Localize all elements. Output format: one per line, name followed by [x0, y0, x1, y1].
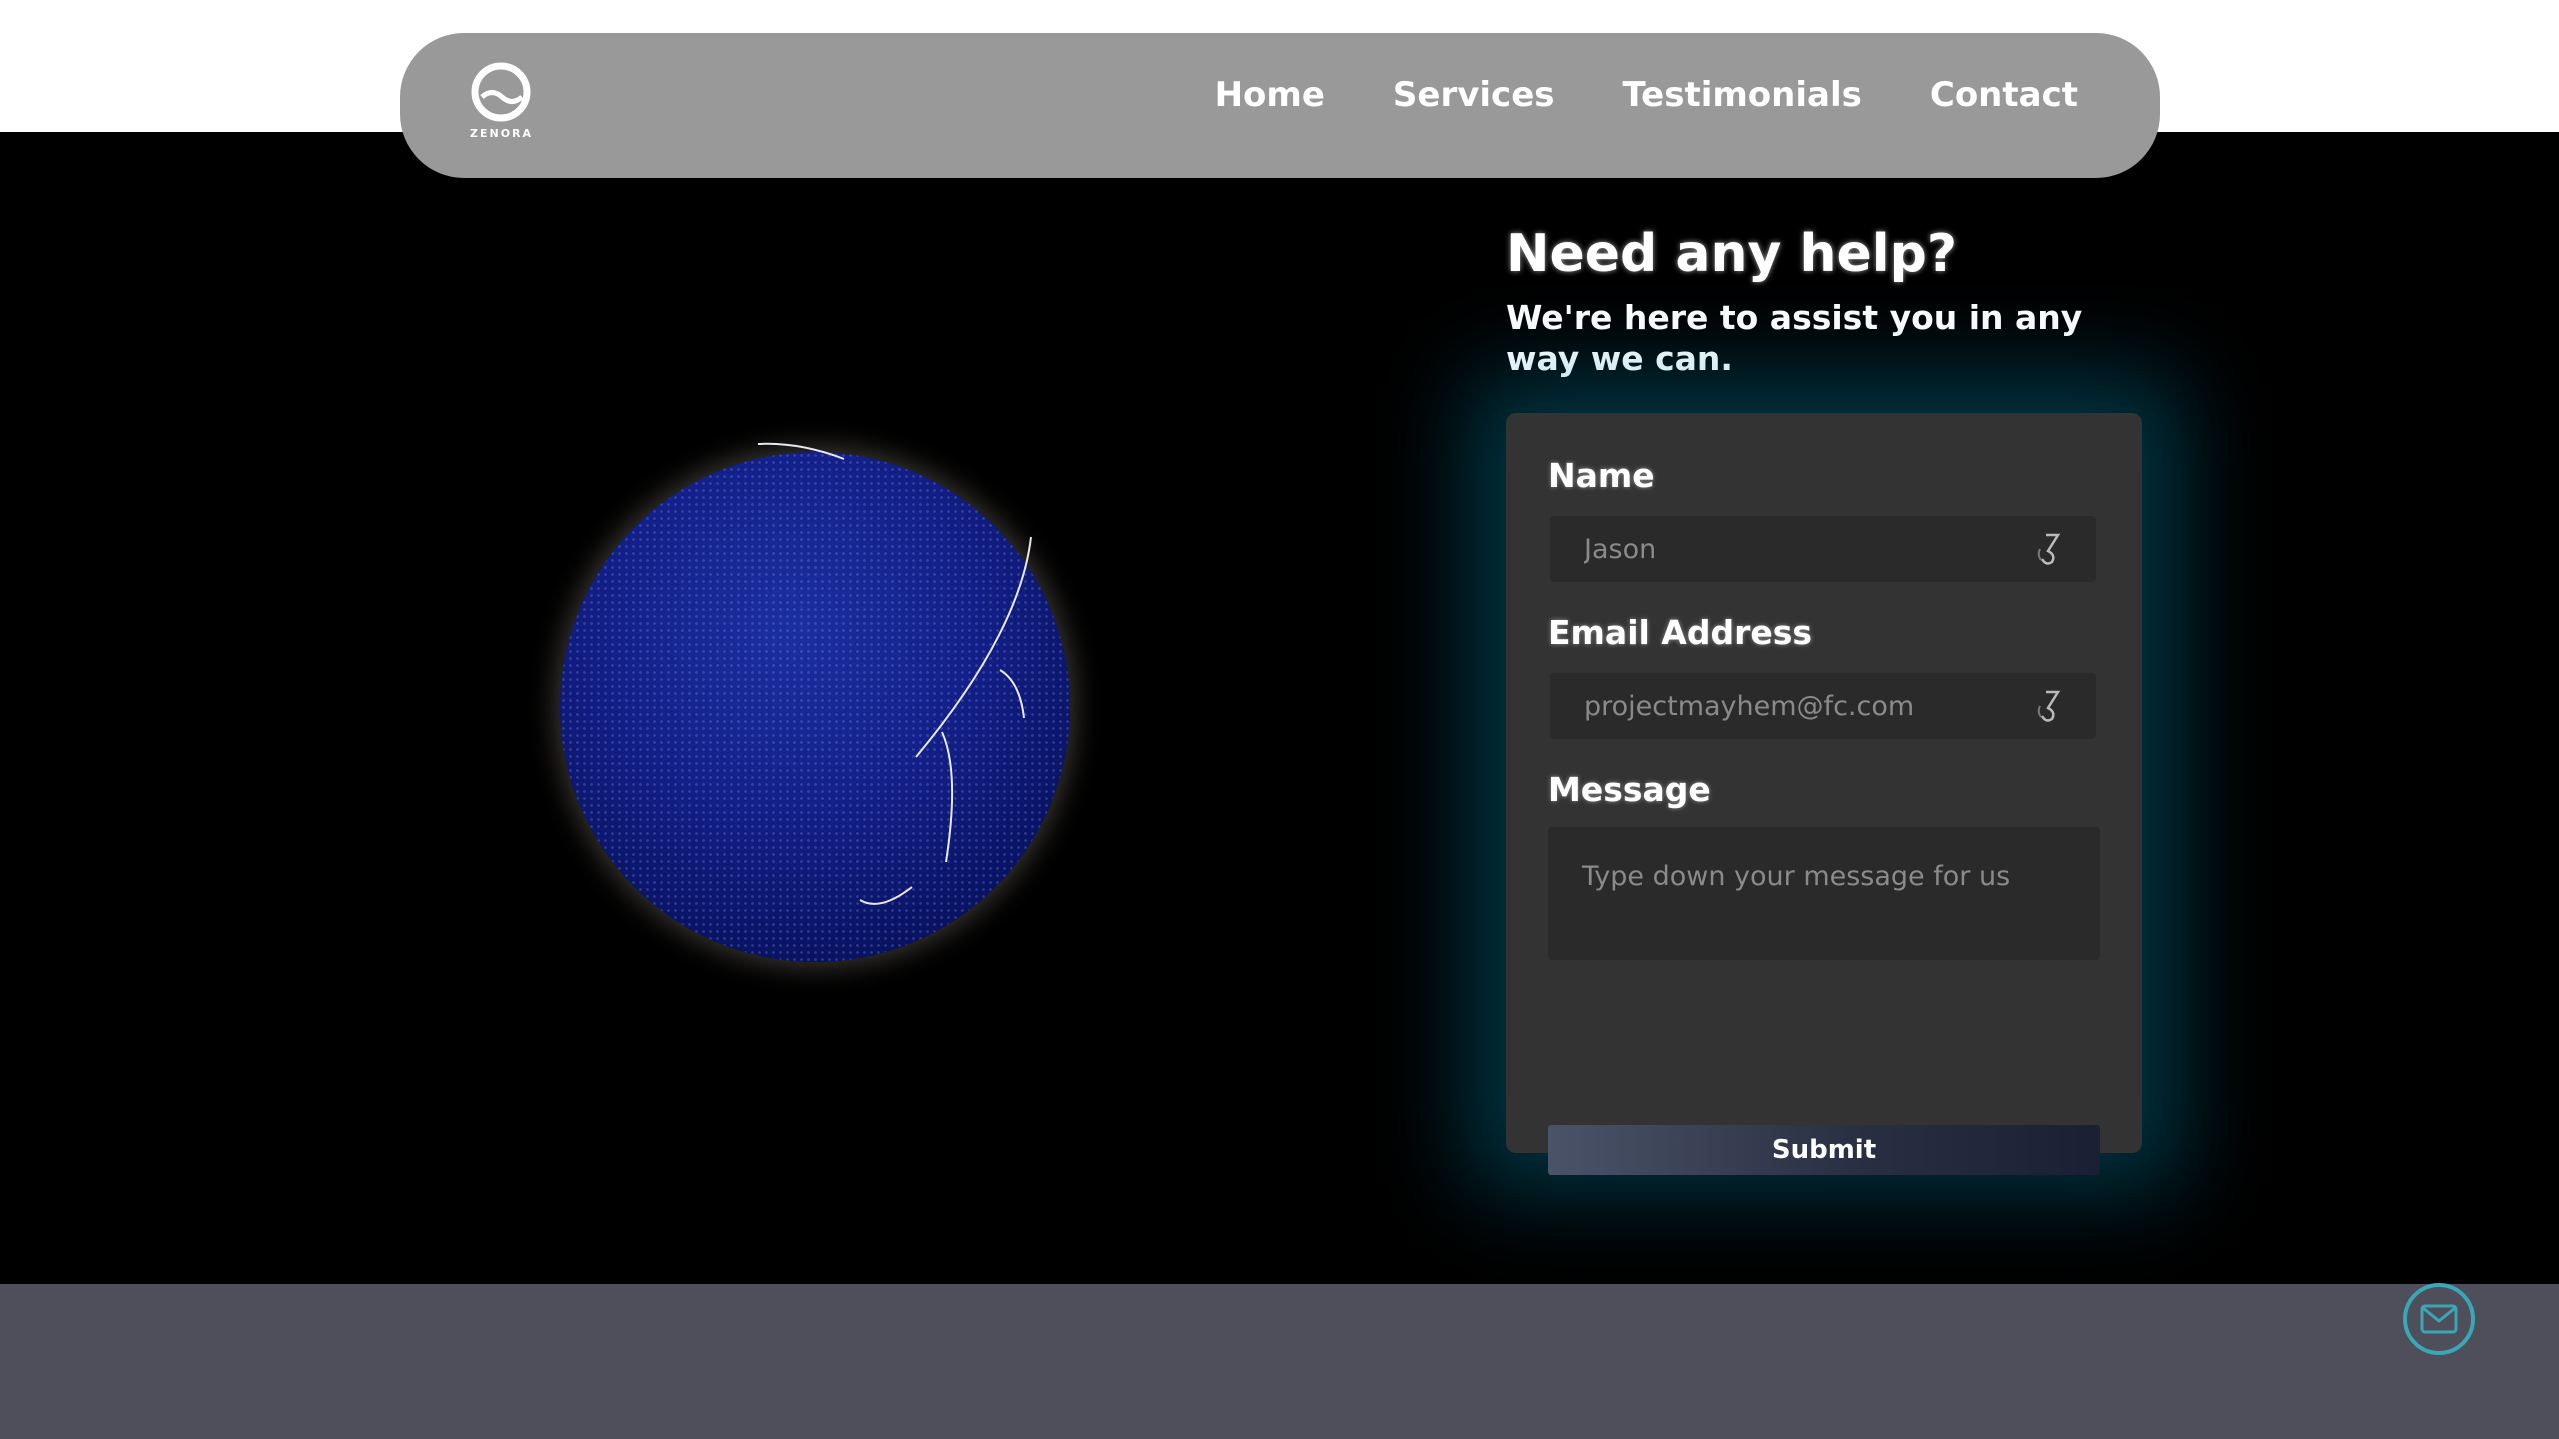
- logo-text: ZENORA: [470, 127, 534, 140]
- help-title: Need any help?: [1506, 224, 1957, 284]
- nav-link-testimonials[interactable]: Testimonials: [1623, 75, 1862, 115]
- globe: [540, 432, 1100, 992]
- nav-link-contact[interactable]: Contact: [1930, 75, 2078, 115]
- help-subtitle: We're here to assist you in any way we c…: [1506, 298, 2083, 378]
- message-label: Message: [1548, 770, 1711, 809]
- footer-band: [0, 1284, 2559, 1439]
- hook-icon[interactable]: [2034, 688, 2064, 724]
- name-label: Name: [1548, 456, 1655, 495]
- nav-link-home[interactable]: Home: [1215, 75, 1325, 115]
- contact-section: Need any help? We're here to assist you …: [0, 132, 2559, 1284]
- contact-form: Name Email Address Message Submit: [1506, 413, 2142, 1175]
- logo[interactable]: ZENORA: [470, 61, 532, 141]
- email-input[interactable]: [1550, 673, 2096, 739]
- navbar: ZENORA Home Services Testimonials Contac…: [400, 33, 2160, 178]
- hook-icon[interactable]: [2034, 531, 2064, 567]
- email-label: Email Address: [1548, 613, 1813, 652]
- name-input[interactable]: [1550, 516, 2096, 582]
- submit-button[interactable]: Submit: [1548, 1125, 2100, 1175]
- message-textarea[interactable]: [1548, 827, 2100, 960]
- globe-arcs: [757, 442, 1032, 905]
- mail-icon: [2420, 1304, 2458, 1334]
- zenora-logo-icon: [471, 62, 531, 122]
- nav-links: Home Services Testimonials Contact: [1215, 75, 2078, 115]
- mail-button[interactable]: [2403, 1283, 2475, 1355]
- nav-link-services[interactable]: Services: [1393, 75, 1555, 115]
